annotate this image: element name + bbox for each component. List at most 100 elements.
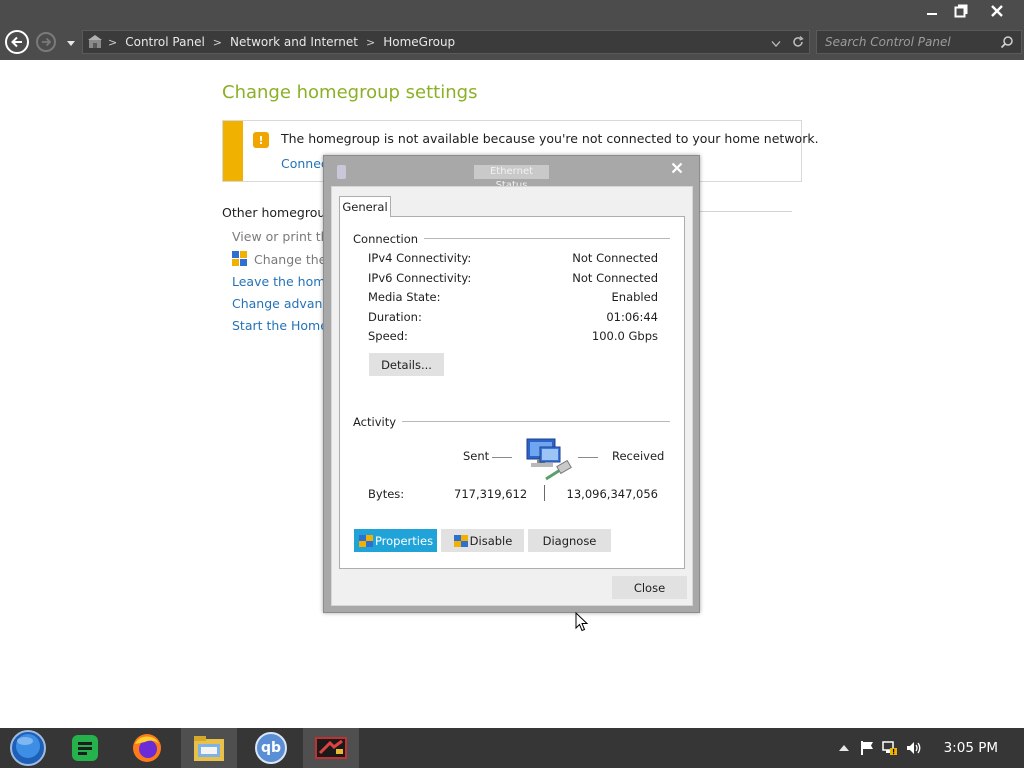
minimize-icon xyxy=(927,13,937,15)
back-button[interactable] xyxy=(5,30,29,54)
flag-icon xyxy=(860,741,873,755)
breadcrumb-separator: > xyxy=(365,35,376,49)
address-bar[interactable]: > Control Panel > Network and Internet >… xyxy=(82,30,810,54)
close-button[interactable] xyxy=(980,0,1014,22)
breadcrumb-control-panel[interactable]: Control Panel xyxy=(121,35,209,49)
page-title: Change homegroup settings xyxy=(222,82,478,103)
connection-group-label: Connection xyxy=(353,232,425,246)
restore-icon xyxy=(954,4,968,18)
dialog-close-button[interactable] xyxy=(664,158,690,178)
alert-stripe xyxy=(223,121,243,181)
speaker-icon xyxy=(906,742,920,754)
media-state-label: Media State: xyxy=(368,290,441,304)
qbittorrent-icon: qb xyxy=(255,732,287,764)
ipv4-connectivity-value: Not Connected xyxy=(572,251,658,265)
network-adapter-icon xyxy=(337,165,346,179)
media-state-value: Enabled xyxy=(611,290,658,304)
uac-shield-icon xyxy=(358,534,374,548)
taskbar-qbittorrent[interactable]: qb xyxy=(243,728,299,768)
breadcrumb-separator: > xyxy=(108,35,118,49)
chevron-down-icon xyxy=(771,41,781,47)
heading-divider xyxy=(700,211,792,212)
disable-button[interactable]: Disable xyxy=(441,529,524,552)
general-tab-panel: Connection IPv4 Connectivity: Not Connec… xyxy=(339,216,685,569)
alert-message: The homegroup is not available because y… xyxy=(281,131,819,146)
connect-link[interactable]: Connec xyxy=(281,156,328,171)
taskbar-clock[interactable]: 3:05 PM xyxy=(944,740,998,756)
network-tray-button[interactable] xyxy=(881,740,898,756)
ethernet-status-dialog: Ethernet Status General Connection IPv4 … xyxy=(323,155,700,613)
tab-general[interactable]: General xyxy=(339,196,391,217)
media-app-icon xyxy=(315,737,347,759)
search-icon[interactable] xyxy=(1000,35,1014,52)
sent-dash xyxy=(492,457,512,458)
taskbar-firefox[interactable] xyxy=(119,728,175,768)
qbittorrent-label: qb xyxy=(260,740,282,756)
control-panel-home-icon xyxy=(88,35,102,49)
received-dash xyxy=(578,457,598,458)
taskbar-notes-app[interactable] xyxy=(57,728,113,768)
disable-label: Disable xyxy=(469,533,513,548)
bytes-label: Bytes: xyxy=(368,487,405,501)
search-placeholder: Search Control Panel xyxy=(825,35,951,49)
refresh-button[interactable] xyxy=(791,35,805,52)
diagnose-button[interactable]: Diagnose xyxy=(528,529,611,552)
taskbar-file-explorer[interactable] xyxy=(181,728,237,768)
action-center-button[interactable] xyxy=(860,740,874,756)
activity-divider xyxy=(400,421,670,422)
start-orb-icon xyxy=(10,730,46,766)
back-arrow-icon xyxy=(11,36,22,48)
volume-button[interactable] xyxy=(906,740,922,756)
mouse-cursor-icon xyxy=(575,612,589,632)
received-label: Received xyxy=(612,449,665,463)
dialog-body: General Connection IPv4 Connectivity: No… xyxy=(331,186,693,606)
explorer-titlebar: > Control Panel > Network and Internet >… xyxy=(0,0,1024,60)
network-disconnected-icon xyxy=(881,741,897,755)
sent-label: Sent xyxy=(463,449,490,463)
activity-group-label: Activity xyxy=(353,415,403,429)
speed-value: 100.0 Gbps xyxy=(591,329,658,343)
bytes-sent-value: 717,319,612 xyxy=(454,487,528,501)
properties-button[interactable]: Properties xyxy=(354,529,437,552)
search-input[interactable]: Search Control Panel xyxy=(816,30,1022,54)
breadcrumb-separator: > xyxy=(212,35,223,49)
view-print-password-item: View or print the xyxy=(232,229,337,244)
taskbar-media-app[interactable] xyxy=(303,728,359,768)
ipv4-connectivity-label: IPv4 Connectivity: xyxy=(368,251,472,265)
speed-label: Speed: xyxy=(368,329,408,343)
chevron-up-icon xyxy=(838,745,849,751)
breadcrumb-network-and-internet[interactable]: Network and Internet xyxy=(226,35,362,49)
duration-value: 01:06:44 xyxy=(606,310,658,324)
taskbar: qb 3:05 PM xyxy=(0,728,1024,768)
start-button[interactable] xyxy=(0,728,56,768)
network-activity-icon xyxy=(524,437,574,483)
duration-label: Duration: xyxy=(368,310,422,324)
recent-locations-button[interactable] xyxy=(66,37,76,51)
ipv6-connectivity-value: Not Connected xyxy=(572,271,658,285)
dialog-title: Ethernet Status xyxy=(474,165,549,191)
connection-divider xyxy=(410,238,670,239)
notes-app-icon xyxy=(72,735,98,761)
ipv6-connectivity-label: IPv6 Connectivity: xyxy=(368,271,472,285)
uac-shield-icon xyxy=(232,251,248,267)
uac-shield-icon xyxy=(453,534,469,548)
chevron-down-icon xyxy=(67,41,75,46)
firefox-icon xyxy=(133,734,161,762)
forward-arrow-icon xyxy=(42,37,52,47)
system-tray: 3:05 PM xyxy=(838,728,1024,768)
close-icon xyxy=(671,162,683,174)
breadcrumb-homegroup[interactable]: HomeGroup xyxy=(379,35,459,49)
address-dropdown-button[interactable] xyxy=(771,37,781,51)
show-hidden-icons-button[interactable] xyxy=(838,744,850,752)
bytes-received-value: 13,096,347,056 xyxy=(566,487,658,501)
forward-button[interactable] xyxy=(36,32,56,52)
close-button[interactable]: Close xyxy=(612,576,687,599)
maximize-button[interactable] xyxy=(944,0,978,22)
properties-label: Properties xyxy=(374,533,434,548)
refresh-icon xyxy=(793,36,804,47)
close-icon xyxy=(991,5,1003,17)
bytes-divider xyxy=(544,485,545,501)
homegroup-warning-icon: ! xyxy=(253,132,269,148)
details-button[interactable]: Details... xyxy=(369,353,444,376)
file-explorer-icon xyxy=(194,736,224,761)
